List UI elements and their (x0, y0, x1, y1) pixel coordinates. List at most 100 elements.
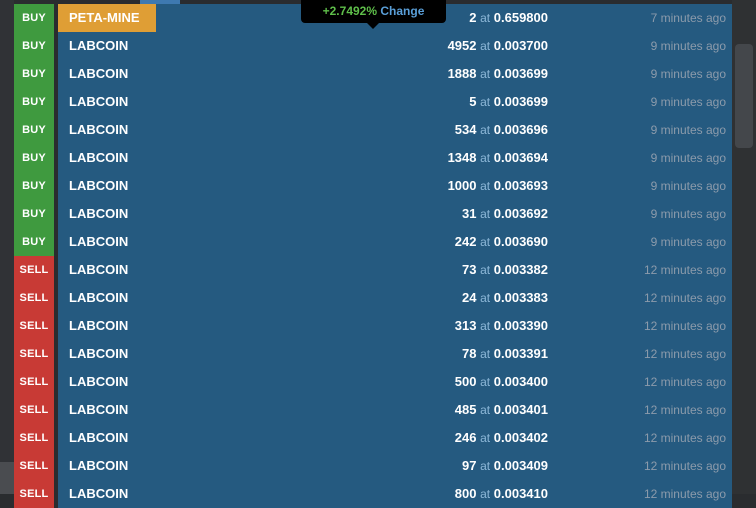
scrollbar-thumb[interactable] (735, 44, 753, 148)
tooltip-arrow (367, 23, 379, 29)
coin-name[interactable]: LABCOIN (69, 144, 128, 172)
coin-name[interactable]: LABCOIN (69, 60, 128, 88)
coin-name[interactable]: LABCOIN (69, 424, 128, 452)
at-label: at (480, 39, 491, 53)
trade-time: 12 minutes ago (643, 375, 726, 389)
at-label: at (480, 67, 491, 81)
trade-time: 9 minutes ago (650, 67, 726, 81)
row-background-bar (58, 256, 732, 284)
trade-row[interactable]: SELL LABCOIN 24 at 0.003383 12 minutes ago (14, 284, 732, 312)
trade-amount: 4952 at 0.003700 (448, 32, 548, 60)
coin-name[interactable]: LABCOIN (69, 480, 128, 508)
coin-name[interactable]: LABCOIN (69, 256, 128, 284)
coin-name[interactable]: LABCOIN (69, 452, 128, 480)
trade-amount: 5 at 0.003699 (469, 88, 548, 116)
row-background-bar (58, 32, 732, 60)
coin-name[interactable]: LABCOIN (69, 368, 128, 396)
trade-row[interactable]: SELL LABCOIN 73 at 0.003382 12 minutes ago (14, 256, 732, 284)
trade-row[interactable]: BUY LABCOIN 4952 at 0.003700 9 minutes ago (14, 32, 732, 60)
coin-name[interactable]: LABCOIN (69, 340, 128, 368)
trade-row[interactable]: BUY LABCOIN 1000 at 0.003693 9 minutes ago (14, 172, 732, 200)
trade-amount: 313 at 0.003390 (455, 312, 548, 340)
trade-quantity: 2 (469, 10, 477, 25)
buy-badge: BUY (14, 228, 54, 256)
row-background-bar (58, 284, 732, 312)
trade-price: 0.003409 (493, 458, 548, 473)
row-background-bar (58, 60, 732, 88)
row-background-bar (58, 88, 732, 116)
trade-row[interactable]: SELL LABCOIN 485 at 0.003401 12 minutes ago (14, 396, 732, 424)
row-background-bar (58, 172, 732, 200)
at-label: at (480, 95, 491, 109)
at-label: at (480, 403, 491, 417)
trade-amount: 2 at 0.659800 (469, 4, 548, 32)
trade-row[interactable]: BUY LABCOIN 242 at 0.003690 9 minutes ago (14, 228, 732, 256)
trade-time: 12 minutes ago (643, 459, 726, 473)
buy-badge: BUY (14, 32, 54, 60)
trade-price: 0.003690 (493, 234, 548, 249)
trade-row[interactable]: BUY LABCOIN 1888 at 0.003699 9 minutes ago (14, 60, 732, 88)
trade-quantity: 78 (462, 346, 477, 361)
trade-row[interactable]: SELL LABCOIN 500 at 0.003400 12 minutes ago (14, 368, 732, 396)
trade-price: 0.003390 (493, 318, 548, 333)
trade-quantity: 246 (454, 430, 477, 445)
coin-name[interactable]: LABCOIN (69, 32, 128, 60)
trade-price: 0.659800 (493, 10, 548, 25)
trade-price: 0.003400 (493, 374, 548, 389)
coin-name[interactable]: LABCOIN (69, 284, 128, 312)
trade-amount: 534 at 0.003696 (455, 116, 548, 144)
trade-amount: 24 at 0.003383 (462, 284, 548, 312)
trade-row[interactable]: BUY LABCOIN 534 at 0.003696 9 minutes ago (14, 116, 732, 144)
trade-time: 12 minutes ago (643, 347, 726, 361)
sell-badge: SELL (14, 340, 54, 368)
sell-badge: SELL (14, 396, 54, 424)
trade-row[interactable]: BUY LABCOIN 1348 at 0.003694 9 minutes ago (14, 144, 732, 172)
trade-quantity: 4952 (447, 38, 477, 53)
trade-row[interactable]: BUY LABCOIN 31 at 0.003692 9 minutes ago (14, 200, 732, 228)
at-label: at (480, 319, 491, 333)
trade-time: 12 minutes ago (643, 263, 726, 277)
left-panel-notch (0, 462, 14, 494)
trade-amount: 246 at 0.003402 (455, 424, 548, 452)
trade-price: 0.003700 (493, 38, 548, 53)
at-label: at (480, 291, 491, 305)
trade-quantity: 485 (454, 402, 477, 417)
trade-row[interactable]: SELL LABCOIN 246 at 0.003402 12 minutes ago (14, 424, 732, 452)
trade-time: 12 minutes ago (643, 487, 726, 501)
coin-name[interactable]: LABCOIN (69, 172, 128, 200)
row-background-bar (58, 424, 732, 452)
sell-badge: SELL (14, 256, 54, 284)
coin-name[interactable]: LABCOIN (69, 88, 128, 116)
trade-time: 12 minutes ago (643, 291, 726, 305)
coin-name[interactable]: LABCOIN (69, 312, 128, 340)
sell-badge: SELL (14, 424, 54, 452)
trade-row[interactable]: SELL LABCOIN 800 at 0.003410 12 minutes ago (14, 480, 732, 508)
trade-amount: 97 at 0.003409 (462, 452, 548, 480)
change-percent: +2.7492% (322, 4, 378, 18)
tooltip-content: +2.7492% Change (301, 4, 446, 18)
at-label: at (480, 263, 491, 277)
trade-row[interactable]: BUY LABCOIN 5 at 0.003699 9 minutes ago (14, 88, 732, 116)
sell-badge: SELL (14, 368, 54, 396)
change-tooltip: +2.7492% Change (301, 0, 446, 29)
coin-name[interactable]: PETA-MINE (69, 4, 140, 32)
trade-quantity: 31 (462, 206, 477, 221)
trade-quantity: 73 (462, 262, 477, 277)
sell-badge: SELL (14, 284, 54, 312)
trade-amount: 31 at 0.003692 (462, 200, 548, 228)
coin-name[interactable]: LABCOIN (69, 116, 128, 144)
trade-row[interactable]: SELL LABCOIN 78 at 0.003391 12 minutes ago (14, 340, 732, 368)
trade-time: 12 minutes ago (643, 403, 726, 417)
trade-quantity: 242 (454, 234, 477, 249)
trade-history-list: BUY PETA-MINE 2 at 0.659800 7 minutes ago BU… (14, 4, 732, 508)
buy-badge: BUY (14, 172, 54, 200)
trade-quantity: 1000 (447, 178, 477, 193)
coin-name[interactable]: LABCOIN (69, 200, 128, 228)
trade-row[interactable]: SELL LABCOIN 313 at 0.003390 12 minutes ago (14, 312, 732, 340)
coin-name[interactable]: LABCOIN (69, 228, 128, 256)
coin-name[interactable]: LABCOIN (69, 396, 128, 424)
buy-badge: BUY (14, 116, 54, 144)
trade-time: 9 minutes ago (650, 235, 726, 249)
trade-row[interactable]: SELL LABCOIN 97 at 0.003409 12 minutes ago (14, 452, 732, 480)
row-background-bar (58, 340, 732, 368)
